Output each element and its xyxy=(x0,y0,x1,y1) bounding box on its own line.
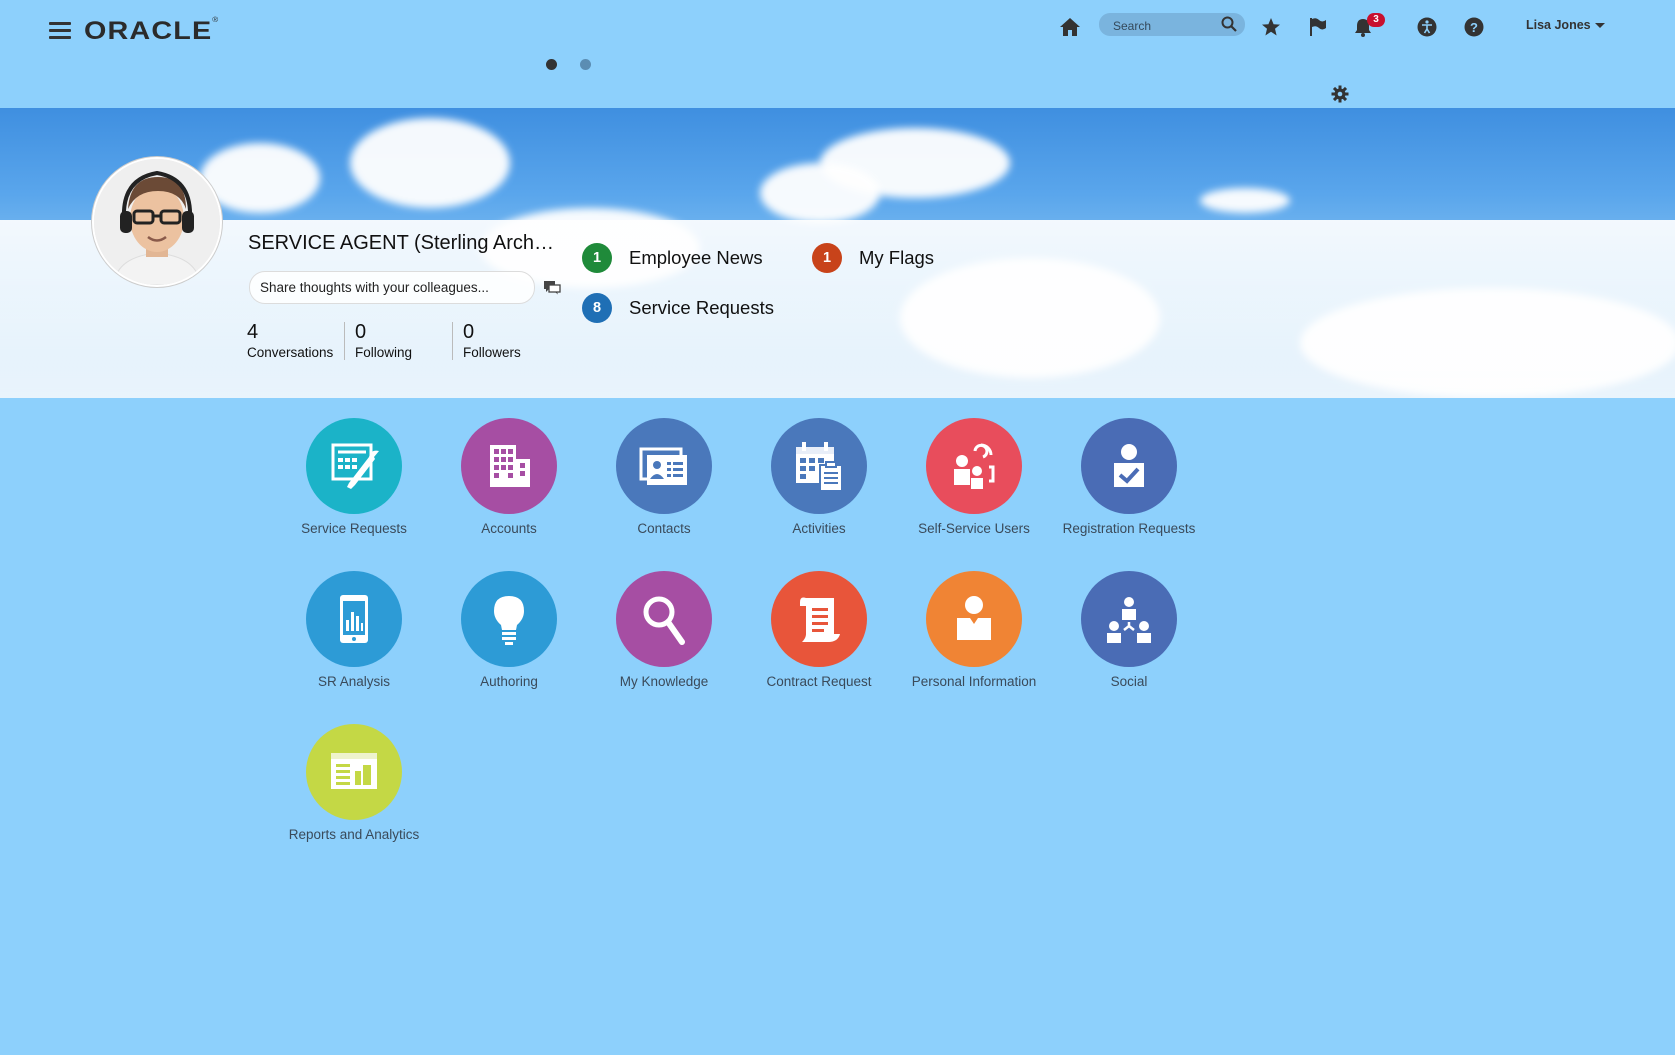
flag-icon xyxy=(1310,18,1326,36)
tile-contract-request[interactable]: Contract Request xyxy=(749,571,889,689)
activities-icon xyxy=(771,418,867,514)
search-icon[interactable] xyxy=(1221,16,1237,32)
contract-request-icon xyxy=(771,571,867,667)
count-badge: 1 xyxy=(812,243,842,273)
user-name: Lisa Jones xyxy=(1526,18,1591,32)
stat-following[interactable]: 0 Following xyxy=(355,321,412,360)
my-knowledge-icon xyxy=(616,571,712,667)
notification-label: Employee News xyxy=(629,247,763,268)
notification-label: My Flags xyxy=(859,247,935,268)
hamburger-icon xyxy=(49,22,71,25)
authoring-icon xyxy=(461,571,557,667)
home-button[interactable] xyxy=(1058,15,1082,39)
tile-authoring[interactable]: Authoring xyxy=(439,571,579,689)
profile-title[interactable]: SERVICE AGENT (Sterling Arch… xyxy=(248,232,554,255)
tile-self-service-users[interactable]: Self-Service Users xyxy=(904,418,1044,536)
gear-icon[interactable] xyxy=(1331,85,1349,103)
share-thoughts-input[interactable] xyxy=(258,279,522,296)
star-icon xyxy=(1262,18,1280,36)
tile-contacts[interactable]: Contacts xyxy=(594,418,734,536)
notifications-count-badge: 3 xyxy=(1367,13,1385,27)
help-icon: ? xyxy=(1464,17,1484,37)
conversation-icon[interactable] xyxy=(544,281,561,295)
search-field[interactable] xyxy=(1099,13,1245,36)
personal-information-icon xyxy=(926,571,1022,667)
notification-label: Service Requests xyxy=(629,297,774,318)
svg-text:?: ? xyxy=(1470,20,1478,35)
accounts-icon xyxy=(461,418,557,514)
notification-service-requests[interactable]: 8 Service Requests xyxy=(582,293,774,323)
accessibility-icon xyxy=(1417,17,1437,37)
tile-sr-analysis[interactable]: SR Analysis xyxy=(284,571,424,689)
page-indicator-dot-1[interactable] xyxy=(546,59,557,70)
watchlist-button[interactable] xyxy=(1306,15,1330,39)
notification-employee-news[interactable]: 1 Employee News xyxy=(582,243,763,273)
oracle-logo: ORACLE® xyxy=(84,17,219,45)
favorites-button[interactable] xyxy=(1259,15,1283,39)
sr-analysis-icon xyxy=(306,571,402,667)
notification-my-flags[interactable]: 1 My Flags xyxy=(812,243,934,273)
tile-registration-requests[interactable]: Registration Requests xyxy=(1059,418,1199,536)
tile-my-knowledge[interactable]: My Knowledge xyxy=(594,571,734,689)
contacts-icon xyxy=(616,418,712,514)
tile-service-requests[interactable]: Service Requests xyxy=(284,418,424,536)
navigator-menu-button[interactable] xyxy=(49,22,71,40)
global-header: ORACLE® 3 ? Lisa Jones xyxy=(0,0,1675,108)
page-indicator-dot-2[interactable] xyxy=(580,59,591,70)
self-service-users-icon xyxy=(926,418,1022,514)
registration-requests-icon xyxy=(1081,418,1177,514)
tile-social[interactable]: Social xyxy=(1059,571,1199,689)
social-icon xyxy=(1081,571,1177,667)
tile-personal-information[interactable]: Personal Information xyxy=(904,571,1044,689)
chevron-down-icon xyxy=(1594,22,1605,28)
accessibility-button[interactable] xyxy=(1415,15,1439,39)
divider xyxy=(344,322,345,360)
stat-followers[interactable]: 0 Followers xyxy=(463,321,521,360)
avatar[interactable] xyxy=(92,157,222,287)
tile-activities[interactable]: Activities xyxy=(749,418,889,536)
tile-accounts[interactable]: Accounts xyxy=(439,418,579,536)
count-badge: 1 xyxy=(582,243,612,273)
share-thoughts-box[interactable] xyxy=(249,271,535,304)
count-badge: 8 xyxy=(582,293,612,323)
agent-photo xyxy=(94,159,220,285)
help-button[interactable]: ? xyxy=(1462,15,1486,39)
reports-analytics-icon xyxy=(306,724,402,820)
service-requests-icon xyxy=(306,418,402,514)
user-menu[interactable]: Lisa Jones xyxy=(1526,18,1605,32)
stat-conversations[interactable]: 4 Conversations xyxy=(247,321,333,360)
search-input[interactable] xyxy=(1111,16,1215,35)
tile-reports-and-analytics[interactable]: Reports and Analytics xyxy=(284,724,424,842)
home-icon xyxy=(1060,18,1080,36)
divider xyxy=(452,322,453,360)
